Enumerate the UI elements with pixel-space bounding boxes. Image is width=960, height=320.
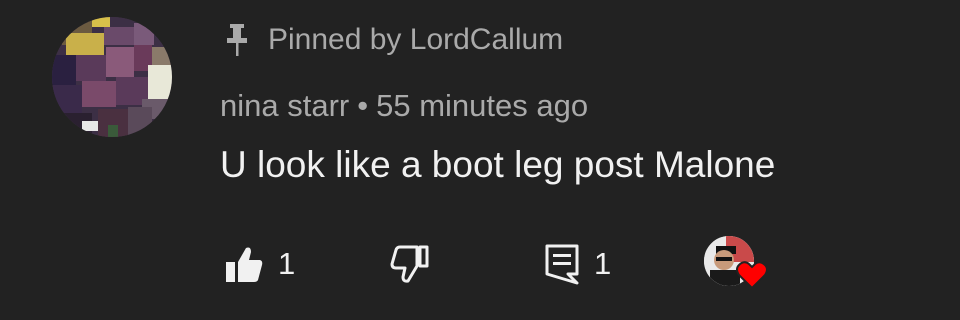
comment-meta: nina starr • 55 minutes ago xyxy=(220,86,588,126)
reply-button[interactable]: 1 xyxy=(544,236,611,292)
thumbs-up-icon xyxy=(224,244,264,284)
thumbs-down-icon xyxy=(390,244,430,284)
comment-thread: Pinned by LordCallum nina starr • 55 min… xyxy=(0,0,960,320)
meta-separator: • xyxy=(357,88,369,123)
comment-text: U look like a boot leg post Malone xyxy=(220,144,776,185)
dislike-button[interactable] xyxy=(390,236,430,292)
commenter-avatar[interactable] xyxy=(52,17,172,137)
heart-icon xyxy=(736,260,768,290)
like-count: 1 xyxy=(278,246,296,281)
comment-author[interactable]: nina starr xyxy=(220,88,349,124)
pinned-label: Pinned by LordCallum xyxy=(268,23,564,56)
like-button[interactable]: 1 xyxy=(224,236,295,292)
pin-icon xyxy=(226,24,248,56)
reply-count: 1 xyxy=(594,246,612,281)
comment-timestamp[interactable]: 55 minutes ago xyxy=(376,88,588,124)
reply-icon xyxy=(544,243,580,285)
pinned-indicator: Pinned by LordCallum xyxy=(226,22,563,58)
creator-heart-badge[interactable] xyxy=(702,236,768,292)
comment-action-bar: 1 1 xyxy=(0,236,960,292)
